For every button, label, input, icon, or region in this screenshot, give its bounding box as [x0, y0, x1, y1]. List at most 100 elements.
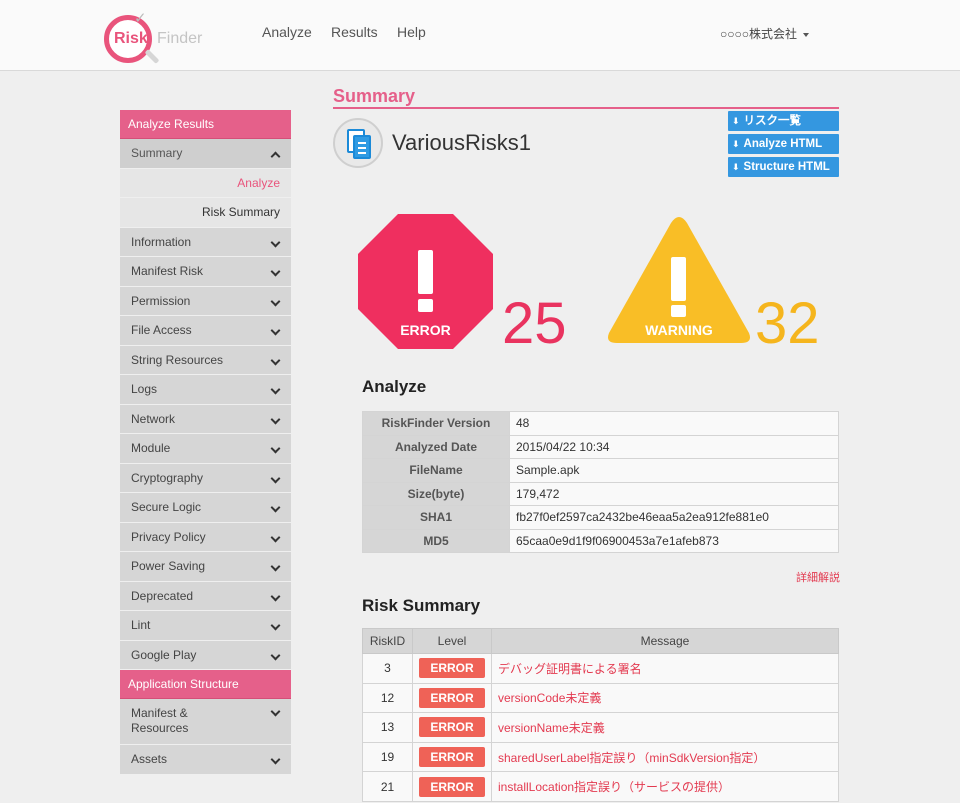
table-row: FileName Sample.apk [362, 458, 839, 483]
column-header-riskid[interactable]: RiskID [362, 628, 413, 654]
sidebar-item-permission[interactable]: Permission [120, 286, 291, 316]
chevron-down-icon [270, 532, 281, 542]
chevron-down-icon [270, 650, 281, 660]
sidebar-item-label: Google Play [131, 647, 197, 662]
sidebar-item-string-resources[interactable]: String Resources [120, 345, 291, 375]
column-header-level[interactable]: Level [412, 628, 492, 654]
table-row: Size(byte) 179,472 [362, 481, 839, 506]
download-icon: ⬇ [732, 139, 740, 149]
chevron-down-icon [270, 266, 281, 277]
sidebar-item-summary[interactable]: Summary [120, 139, 291, 169]
chevron-down-icon [270, 591, 281, 601]
chevron-up-icon [270, 151, 281, 162]
nav-link-analyze[interactable]: Analyze [262, 24, 312, 40]
chevron-down-icon [270, 473, 281, 483]
error-level-badge: ERROR [419, 776, 485, 797]
sidebar-item-label: File Access [131, 323, 192, 337]
info-value: 65caa0e9d1f9f06900453a7e1afeb873 [509, 528, 839, 553]
risk-id: 19 [362, 741, 413, 773]
caret-down-icon [803, 32, 809, 37]
download-icon: ⬇ [732, 162, 740, 172]
button-label: リスク一覧 [743, 115, 802, 127]
table-row[interactable]: 13 ERROR versionName未定義 [362, 712, 839, 743]
sidebar-item-label: Cryptography [131, 470, 204, 485]
table-row[interactable]: 3 ERROR デバッグ証明書による署名 [362, 653, 839, 684]
sidebar-item-google-play[interactable]: Google Play [120, 640, 291, 670]
chevron-down-icon [270, 355, 281, 365]
chevron-down-icon [270, 414, 281, 424]
info-key: Analyzed Date [362, 434, 510, 459]
sidebar-item-deprecated[interactable]: Deprecated [120, 581, 291, 611]
download-structure-html-button[interactable]: ⬇ Structure HTML [728, 157, 839, 177]
risk-message-link[interactable]: sharedUserLabel指定誤り（minSdkVersion指定） [491, 741, 839, 773]
sidebar-item-power-saving[interactable]: Power Saving [120, 552, 291, 582]
detail-explanation-link[interactable]: 詳細解説 [796, 569, 840, 585]
sidebar-item-network[interactable]: Network [120, 404, 291, 434]
risk-message-link[interactable]: versionName未定義 [491, 712, 839, 743]
sidebar-item-lint[interactable]: Lint [120, 611, 291, 641]
logo-magnifier-handle-icon [144, 49, 160, 64]
warning-count: 32 [755, 291, 820, 356]
company-name: ○○○○株式会社 [720, 27, 797, 41]
table-row[interactable]: 21 ERROR installLocation指定誤り（サービスの提供） [362, 771, 839, 802]
sidebar-item-label: Network [131, 411, 176, 426]
risk-message-link[interactable]: versionCode未定義 [491, 682, 839, 714]
sidebar-subitem-analyze[interactable]: Analyze [120, 168, 291, 198]
chevron-down-icon [270, 561, 281, 572]
sidebar-item-label: String Resources [131, 352, 224, 367]
sidebar: Analyze Results Summary Analyze Risk Sum… [120, 110, 291, 775]
sidebar-item-manifest-risk[interactable]: Manifest Risk [120, 257, 291, 287]
info-key: Size(byte) [362, 481, 510, 506]
risk-id: 3 [362, 653, 413, 684]
info-key: MD5 [362, 528, 510, 553]
chevron-down-icon [270, 620, 281, 631]
risk-id: 13 [362, 712, 413, 743]
top-navbar: ✓ Risk Finder Analyze Results Help ○○○○株… [0, 0, 960, 71]
sidebar-item-label: Permission [131, 293, 191, 308]
sidebar-item-privacy-policy[interactable]: Privacy Policy [120, 522, 291, 552]
info-key: RiskFinder Version [362, 411, 510, 436]
column-header-message[interactable]: Message [491, 628, 839, 654]
app-name: VariousRisks1 [392, 130, 531, 155]
download-risk-list-button[interactable]: ⬇ リスク一覧 [728, 111, 839, 131]
table-header-row: RiskID Level Message [362, 628, 839, 654]
sidebar-item-file-access[interactable]: File Access [120, 316, 291, 346]
sidebar-item-module[interactable]: Module [120, 434, 291, 464]
chevron-down-icon [270, 706, 281, 717]
riskfinder-logo[interactable]: ✓ Risk Finder [104, 9, 204, 65]
nav-link-help[interactable]: Help [397, 24, 426, 40]
company-dropdown[interactable]: ○○○○株式会社 [720, 25, 809, 42]
sidebar-item-manifest-resources[interactable]: Manifest & Resources [120, 699, 291, 745]
sidebar-item-label: Power Saving [131, 559, 206, 573]
sidebar-item-information[interactable]: Information [120, 227, 291, 257]
risk-id: 12 [362, 682, 413, 714]
sidebar-item-label: Secure Logic [131, 500, 202, 514]
risk-message-link[interactable]: デバッグ証明書による署名 [491, 653, 839, 684]
risk-message-link[interactable]: installLocation指定誤り（サービスの提供） [491, 771, 839, 802]
table-row[interactable]: 19 ERROR sharedUserLabel指定誤り（minSdkVersi… [362, 741, 839, 773]
risk-summary-heading: Risk Summary [362, 596, 481, 615]
table-row: RiskFinder Version 48 [362, 411, 839, 436]
sidebar-item-logs[interactable]: Logs [120, 375, 291, 405]
download-analyze-html-button[interactable]: ⬇ Analyze HTML [728, 134, 839, 154]
analyze-heading: Analyze [362, 377, 427, 396]
sidebar-item-cryptography[interactable]: Cryptography [120, 463, 291, 493]
chevron-down-icon [270, 502, 281, 513]
sidebar-item-assets[interactable]: Assets [120, 745, 291, 775]
table-row: SHA1 fb27f0ef2597ca2432be46eaa5a2ea912fe8… [362, 505, 839, 530]
sidebar-item-label: Summary [131, 146, 183, 160]
info-key: FileName [362, 458, 510, 483]
table-row: Analyzed Date 2015/04/22 10:34 [362, 434, 839, 459]
nav-link-results[interactable]: Results [331, 24, 378, 40]
sidebar-item-secure-logic[interactable]: Secure Logic [120, 493, 291, 523]
error-level-badge: ERROR [419, 747, 485, 768]
table-row[interactable]: 12 ERROR versionCode未定義 [362, 682, 839, 714]
sidebar-item-label: Logs [131, 382, 158, 396]
chevron-down-icon [270, 325, 281, 336]
warning-label: WARNING [645, 322, 713, 338]
error-level-badge: ERROR [419, 658, 485, 679]
chevron-down-icon [270, 296, 281, 306]
button-label: Structure HTML [743, 161, 830, 173]
sidebar-item-label: Module [131, 441, 171, 455]
sidebar-subitem-risk-summary[interactable]: Risk Summary [120, 198, 291, 228]
